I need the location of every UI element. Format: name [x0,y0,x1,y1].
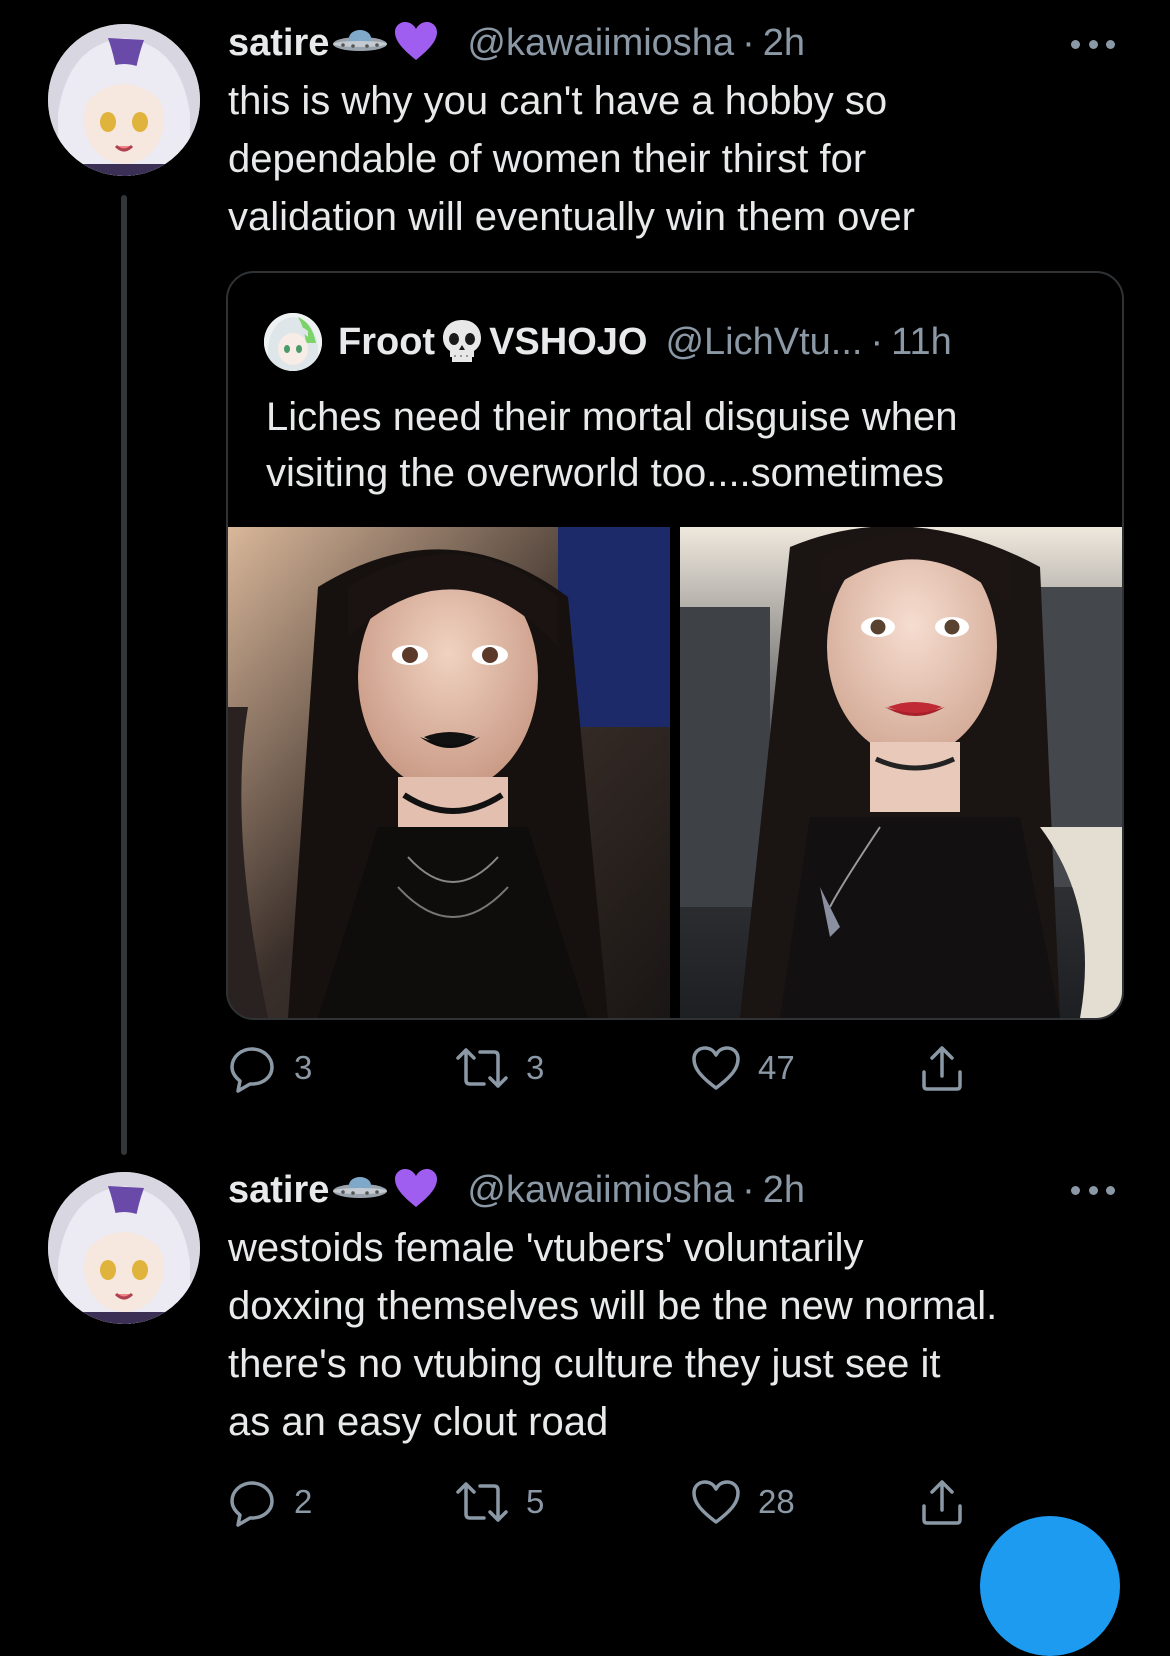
reply-icon [228,1043,278,1093]
quote-text: Liches need their mortal disguise when v… [266,395,958,495]
reply-count: 2 [294,1483,313,1520]
compose-tweet-button[interactable] [980,1516,1120,1656]
retweet-icon [454,1478,510,1526]
media-image-1[interactable] [228,527,670,1018]
retweet-button[interactable]: 3 [454,1040,544,1096]
display-name[interactable]: satire [228,1169,329,1212]
separator-dot: · [870,320,884,363]
tweet-text: westoids female 'vtubers' voluntarily do… [228,1226,998,1444]
tweet-header: satire @kawaiimiosha · 2h [228,1165,805,1215]
reply-button[interactable]: 2 [228,1474,312,1530]
purple-heart-emoji [393,1167,439,1214]
more-icon[interactable] [1071,34,1115,54]
like-count: 47 [758,1049,795,1086]
quote-display-name-suffix[interactable]: VSHOJO [489,321,647,364]
like-icon [690,1478,742,1526]
quote-display-name[interactable]: Froot [338,321,435,364]
like-button[interactable]: 47 [690,1040,795,1096]
tweet-actions: 3 3 47 [228,1040,988,1096]
share-icon [918,1042,966,1094]
retweet-icon [454,1044,510,1092]
quote-user-handle[interactable]: @LichVtu... [665,321,862,364]
ufo-emoji [331,28,389,59]
retweet-count: 3 [526,1049,545,1086]
separator-dot: · [742,21,755,64]
retweet-count: 5 [526,1483,545,1520]
quote-avatar [264,313,322,371]
more-icon[interactable] [1071,1180,1115,1200]
like-count: 28 [758,1483,795,1520]
separator-dot: · [742,1168,755,1211]
display-name[interactable]: satire [228,22,329,65]
user-handle[interactable]: @kawaiimiosha [467,1169,734,1212]
retweet-button[interactable]: 5 [454,1474,544,1530]
quote-header: Froot VSHOJO @LichVtu... · 11h [264,313,952,371]
tweet-text: this is why you can't have a hobby so de… [228,79,915,239]
reply-icon [228,1477,278,1527]
avatar[interactable] [48,1172,200,1324]
quoted-tweet[interactable]: Froot VSHOJO @LichVtu... · 11h Liches ne… [226,271,1124,1020]
share-icon [918,1476,966,1528]
share-button[interactable] [918,1040,966,1096]
skull-emoji [439,317,485,368]
purple-heart-emoji [393,20,439,67]
tweet-header: satire @kawaiimiosha · 2h [228,18,805,68]
quote-timestamp[interactable]: 11h [891,321,952,364]
reply-button[interactable]: 3 [228,1040,312,1096]
reply-count: 3 [294,1049,313,1086]
tweet-actions: 2 5 28 [228,1474,988,1530]
share-button[interactable] [918,1474,966,1530]
user-handle[interactable]: @kawaiimiosha [467,22,734,65]
avatar[interactable] [48,24,200,176]
like-icon [690,1044,742,1092]
thread-connector-line [121,195,127,1155]
timestamp[interactable]: 2h [763,22,805,65]
like-button[interactable]: 28 [690,1474,795,1530]
timestamp[interactable]: 2h [763,1169,805,1212]
media-image-2[interactable] [680,527,1122,1018]
tweet-1[interactable]: satire @kawaiimiosha · 2h this is why yo… [0,0,1170,1160]
ufo-emoji [331,1175,389,1206]
